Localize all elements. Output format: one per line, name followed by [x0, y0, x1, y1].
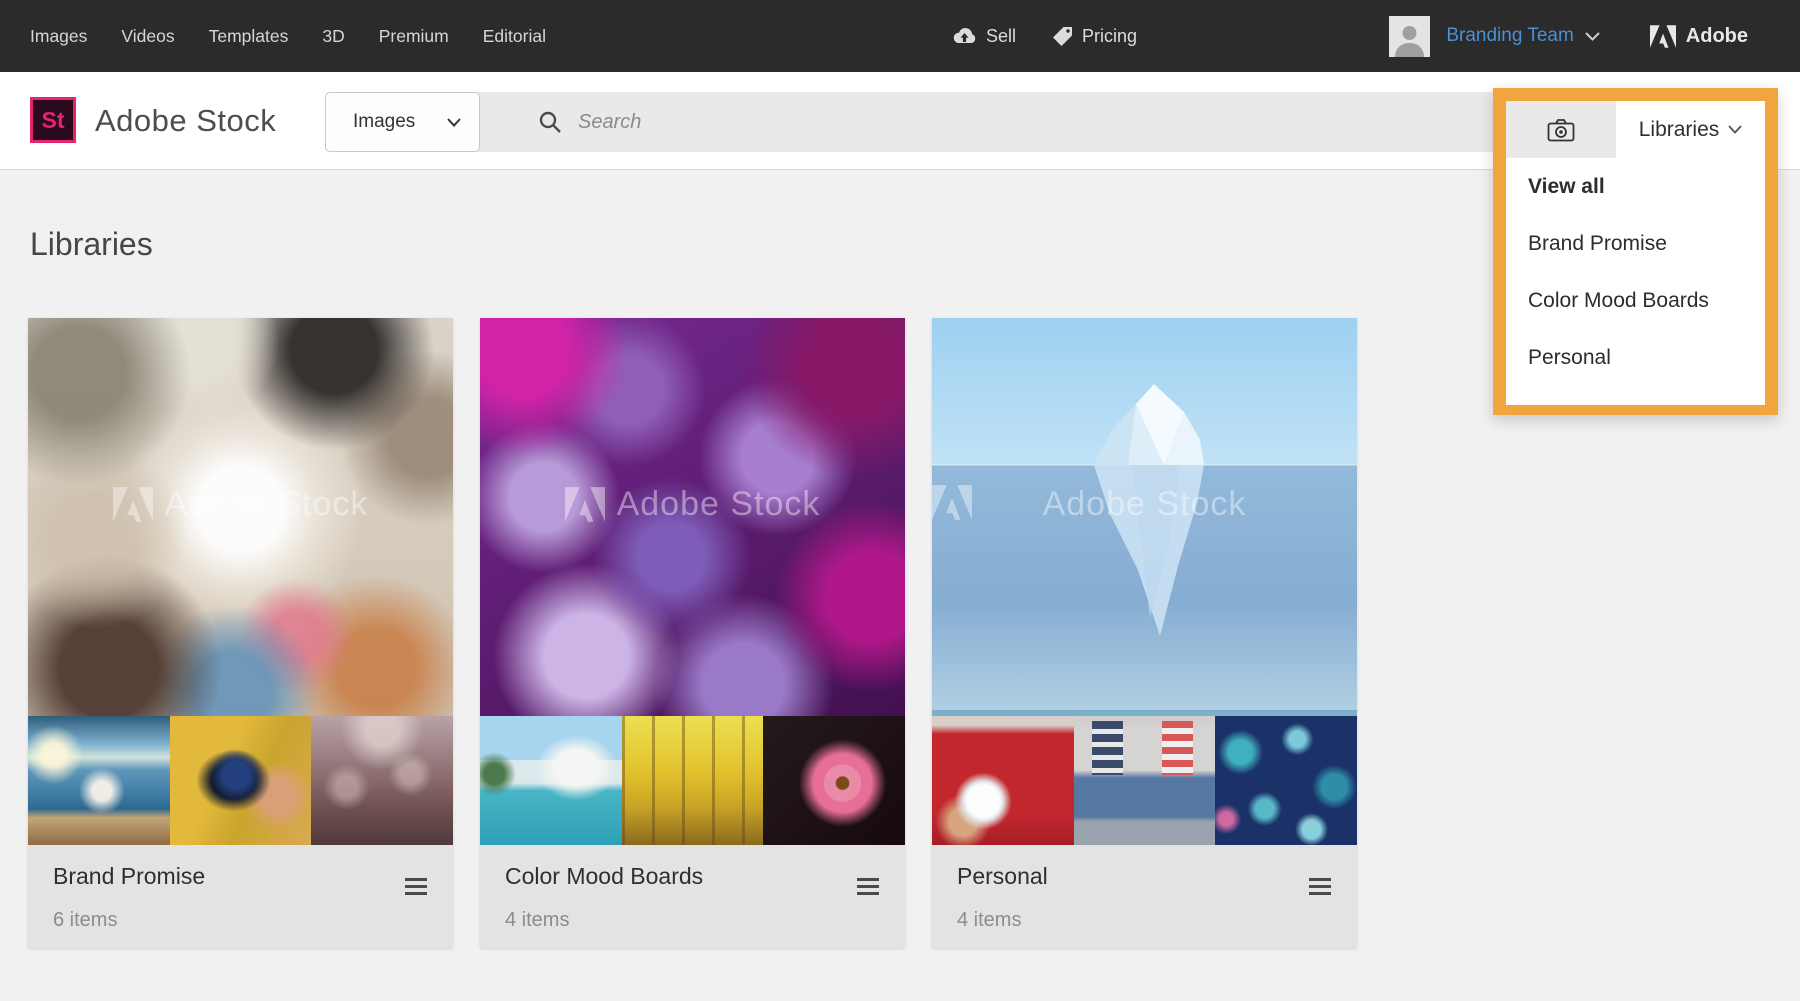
search-bar: Images [325, 92, 1616, 152]
chevron-down-icon [447, 118, 461, 127]
library-menu-icon[interactable] [857, 878, 879, 895]
libraries-dropdown-header: Libraries [1506, 101, 1765, 158]
nav-item-templates[interactable]: Templates [209, 26, 289, 47]
library-cover-image[interactable]: Adobe Stock [932, 318, 1357, 716]
watermark: Adobe Stock [28, 485, 453, 524]
sell-link[interactable]: Sell [952, 26, 1016, 47]
adobe-logo-icon [113, 487, 153, 522]
account-area: Branding Team Adobe [1389, 0, 1748, 72]
page-title: Libraries [30, 226, 153, 263]
account-chevron-down-icon[interactable] [1585, 32, 1600, 41]
library-menu-icon[interactable] [1309, 878, 1331, 895]
nav-item-videos[interactable]: Videos [121, 26, 174, 47]
nav-item-editorial[interactable]: Editorial [483, 26, 546, 47]
library-card-personal[interactable]: Adobe Stock Personal 4 items [932, 318, 1357, 948]
nav-item-3d[interactable]: 3D [322, 26, 344, 47]
adobe-logo-icon [1650, 25, 1676, 48]
topbar-actions: Sell Pricing [952, 0, 1137, 72]
nav-item-images[interactable]: Images [30, 26, 87, 47]
thumbnail-crowd[interactable] [311, 716, 453, 845]
adobe-wordmark: Adobe [1686, 25, 1748, 48]
chevron-down-icon [1728, 125, 1742, 134]
primary-nav: Images Videos Templates 3D Premium Edito… [30, 0, 546, 72]
thumbnail-pink-flower[interactable] [763, 716, 905, 845]
library-card-footer: Color Mood Boards 4 items [480, 845, 905, 948]
thumbnail-red-shirt-mug[interactable] [932, 716, 1074, 845]
price-tag-icon [1052, 26, 1073, 47]
libraries-button[interactable]: Libraries [1616, 101, 1765, 158]
thumbnail-phone-chart[interactable] [170, 716, 312, 845]
pricing-label: Pricing [1082, 26, 1137, 47]
libraries-dropdown-menu: View all Brand Promise Color Mood Boards… [1506, 158, 1765, 405]
dropdown-item-brand-promise[interactable]: Brand Promise [1506, 215, 1765, 272]
iceberg-illustration [932, 318, 1357, 716]
watermark: Adobe Stock [480, 485, 905, 524]
thumbnail-pool-house[interactable] [480, 716, 622, 845]
library-item-count: 4 items [957, 909, 1021, 932]
avatar[interactable] [1389, 16, 1430, 57]
library-cover-image[interactable]: Adobe Stock [480, 318, 905, 716]
camera-icon [1547, 118, 1575, 142]
library-card-brand-promise[interactable]: Adobe Stock Brand Promise 6 items [28, 318, 453, 948]
library-item-count: 6 items [53, 909, 117, 932]
library-menu-icon[interactable] [405, 878, 427, 895]
library-cards: Adobe Stock Brand Promise 6 items Adobe … [28, 318, 1357, 948]
library-card-footer: Brand Promise 6 items [28, 845, 453, 948]
library-thumbnails [932, 716, 1357, 845]
app-title: Adobe Stock [95, 72, 276, 170]
adobe-stock-logo[interactable]: St [30, 97, 76, 143]
thumbnail-autumn-forest[interactable] [622, 716, 764, 845]
sell-label: Sell [986, 26, 1016, 47]
adobe-home-link[interactable]: Adobe [1650, 25, 1748, 48]
library-thumbnails [480, 716, 905, 845]
visual-search-button[interactable] [1506, 101, 1616, 158]
library-item-count: 4 items [505, 909, 569, 932]
library-title: Personal [957, 863, 1357, 890]
thumbnail-tropical-pattern[interactable] [1215, 716, 1357, 845]
thumbnail-couple-jeans[interactable] [1074, 716, 1216, 845]
search-category-value: Images [353, 111, 415, 133]
cloud-upload-icon [952, 26, 977, 46]
search-input[interactable] [578, 111, 1616, 134]
pricing-link[interactable]: Pricing [1052, 26, 1137, 47]
account-name-link[interactable]: Branding Team [1446, 25, 1573, 47]
libraries-button-label: Libraries [1639, 118, 1720, 142]
adobe-logo-icon [565, 487, 605, 522]
library-title: Color Mood Boards [505, 863, 905, 890]
dropdown-item-personal[interactable]: Personal [1506, 329, 1765, 386]
library-card-color-mood-boards[interactable]: Adobe Stock Color Mood Boards 4 items [480, 318, 905, 948]
search-icon [538, 110, 562, 134]
search-category-select[interactable]: Images [325, 92, 480, 152]
thumbnail-meditation[interactable] [28, 716, 170, 845]
library-title: Brand Promise [53, 863, 453, 890]
dropdown-item-view-all[interactable]: View all [1506, 158, 1765, 215]
libraries-dropdown-highlight: Libraries View all Brand Promise Color M… [1493, 88, 1778, 415]
library-thumbnails [28, 716, 453, 845]
library-cover-image[interactable]: Adobe Stock [28, 318, 453, 716]
dropdown-item-color-mood-boards[interactable]: Color Mood Boards [1506, 272, 1765, 329]
top-navigation-bar: Images Videos Templates 3D Premium Edito… [0, 0, 1800, 72]
nav-item-premium[interactable]: Premium [379, 26, 449, 47]
library-card-footer: Personal 4 items [932, 845, 1357, 948]
